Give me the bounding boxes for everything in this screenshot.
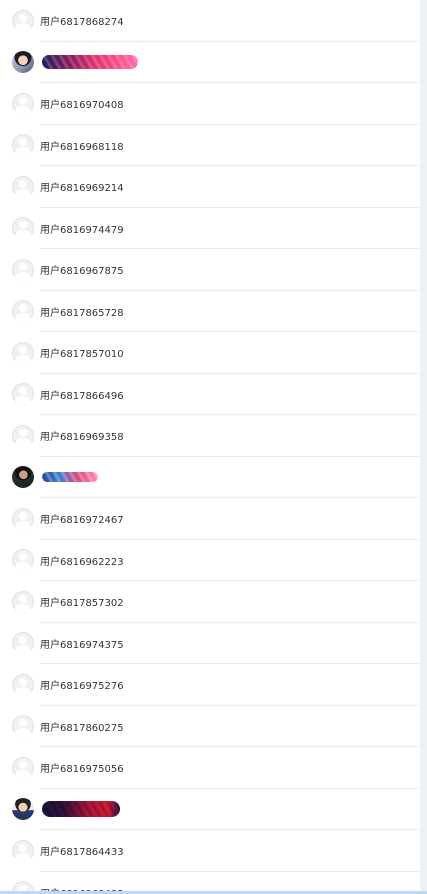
user-list-item[interactable]: 用户6817868274: [0, 0, 420, 42]
default-avatar-icon: [12, 383, 34, 406]
default-avatar-icon: [12, 9, 34, 32]
user-name: 用户6816975276: [40, 681, 124, 693]
user-list-item[interactable]: 用户6816974479: [0, 208, 420, 250]
redacted-user-name: [42, 55, 138, 70]
default-avatar-icon: [12, 839, 34, 862]
user-list-item[interactable]: 用户6816969358: [0, 415, 420, 457]
user-list-item[interactable]: 用户6816968118: [0, 125, 420, 167]
default-avatar-icon: [12, 217, 34, 240]
user-name: 用户6816967875: [40, 266, 124, 278]
user-list-item[interactable]: 用户6816969214: [0, 166, 420, 208]
user-list-item[interactable]: 用户6817866496: [0, 374, 420, 416]
default-avatar-icon: [12, 424, 34, 447]
user-name: 用户6816969214: [40, 183, 124, 195]
user-name: 用户6816975056: [40, 764, 124, 776]
user-name: 用户6817857302: [40, 598, 124, 610]
user-list-item[interactable]: 用户6817857010: [0, 332, 420, 374]
user-name: 用户6817857010: [40, 349, 124, 361]
user-list-item[interactable]: 用户6816970408: [0, 83, 420, 125]
user-name: 用户6816974375: [40, 639, 124, 651]
user-name: 用户6816970408: [40, 100, 124, 112]
user-list-item[interactable]: [0, 789, 420, 831]
user-name: 用户6817866496: [40, 390, 124, 402]
user-name: 用户6816974479: [40, 224, 124, 236]
user-list-item[interactable]: [0, 457, 420, 499]
user-list-item[interactable]: [0, 42, 420, 84]
default-avatar-icon: [12, 673, 34, 696]
avatar: [12, 466, 34, 489]
user-name: 用户6817860275: [40, 722, 124, 734]
avatar: [12, 51, 34, 74]
user-name: 用户6816962223: [40, 556, 124, 568]
redacted-user-name: [42, 472, 98, 483]
default-avatar-icon: [12, 590, 34, 613]
user-list-item[interactable]: 用户6816975276: [0, 664, 420, 706]
user-name: 用户6816969358: [40, 432, 124, 444]
default-avatar-icon: [12, 715, 34, 738]
user-name: 用户6817864433: [40, 847, 124, 859]
default-avatar-icon: [12, 134, 34, 157]
default-avatar-icon: [12, 300, 34, 323]
default-avatar-icon: [12, 258, 34, 281]
user-list-item[interactable]: 用户6816967875: [0, 249, 420, 291]
default-avatar-icon: [12, 175, 34, 198]
user-name: 用户6817868274: [40, 17, 124, 29]
user-list-item[interactable]: 用户6816975056: [0, 747, 420, 789]
default-avatar-icon: [12, 632, 34, 655]
user-name: 用户6816972467: [40, 515, 124, 527]
default-avatar-icon: [12, 549, 34, 572]
default-avatar-icon: [12, 756, 34, 779]
user-list-item[interactable]: 用户6816974375: [0, 623, 420, 665]
user-list: 用户6817868274 用户6816970408 用户6816968118 用…: [0, 0, 420, 894]
default-avatar-icon: [12, 92, 34, 115]
default-avatar-icon: [12, 507, 34, 530]
user-list-item[interactable]: 用户6817865728: [0, 291, 420, 333]
avatar: [12, 798, 34, 821]
user-list-item[interactable]: 用户6817860275: [0, 706, 420, 748]
user-name: 用户6817865728: [40, 307, 124, 319]
redacted-user-name: [42, 801, 120, 818]
default-avatar-icon: [12, 341, 34, 364]
user-list-item[interactable]: 用户6817857302: [0, 581, 420, 623]
user-list-item[interactable]: 用户6816962223: [0, 540, 420, 582]
user-list-item[interactable]: 用户6817864433: [0, 830, 420, 872]
user-list-item[interactable]: 用户6816972467: [0, 498, 420, 540]
user-name: 用户6816968118: [40, 141, 124, 153]
